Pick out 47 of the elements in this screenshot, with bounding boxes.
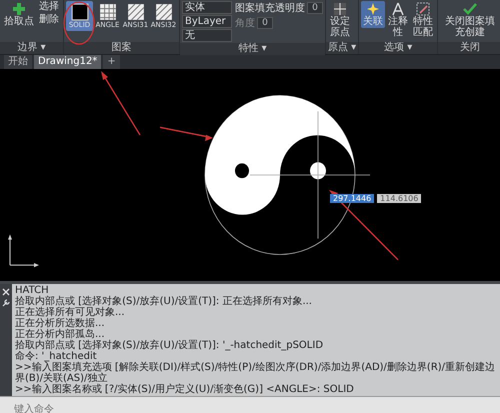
coordinate-input[interactable]: 297.1446 xyxy=(330,194,374,204)
background-color-dropdown[interactable]: 无 xyxy=(182,29,232,42)
crosshair-icon xyxy=(333,2,347,16)
command-history-line: 正在选择所有可见对象... xyxy=(15,307,126,318)
command-history-line: >>输入图案填充选项 [解除关联(DI)/样式(S)/特性(P)/绘图次序(DR)/添加边界(AD)/删除边界(R)/重新创建边界(B)/关联(AS)/独立 xyxy=(15,362,496,384)
coordinate-input[interactable]: 114.6106 xyxy=(377,194,422,204)
angle-label: 角度 xyxy=(235,16,255,30)
panel-label: 原点 ▾ xyxy=(326,42,358,54)
angle-field[interactable]: 0 xyxy=(257,17,273,29)
option-button[interactable]: 特性匹配 xyxy=(411,1,436,39)
ucs-axis-icon xyxy=(8,234,39,268)
transparency-field[interactable]: 0 xyxy=(307,2,323,14)
close-hatch-button[interactable]: 关闭图案填充创建 xyxy=(440,1,500,39)
panel-label: 特性 ▾ xyxy=(180,43,325,55)
annotation-ellipse xyxy=(63,1,95,45)
file-tab[interactable]: Drawing12* xyxy=(34,55,102,69)
option-button[interactable]: 关联 xyxy=(361,1,386,28)
command-history-line: >>输入图案名称或 [?/实体(S)/用户定义(U)/渐变色(G)] <ANGLE>: SOLID xyxy=(15,384,355,395)
hatch-color-dropdown[interactable]: ByLayer xyxy=(182,15,232,28)
command-history-line: 拾取内部点或 [选择对象(S)/放弃(U)/设置(T)]: 正在选择所有对象... xyxy=(15,296,313,307)
yin-yang-dot xyxy=(310,162,326,180)
hatch-type-dropdown[interactable]: 实体 xyxy=(182,1,232,14)
wrench-icon[interactable] xyxy=(2,299,10,307)
checkmark-icon xyxy=(463,2,478,16)
command-history-line: 正在分析内部孤岛... xyxy=(15,329,105,340)
file-tab[interactable]: + xyxy=(103,55,120,69)
panel-label: 边界 ▾ xyxy=(0,42,63,54)
panel-label: 关闭 xyxy=(438,42,500,54)
command-history-line: 拾取内部点或 [选择对象(S)/放弃(U)/设置(T)]: '_-hatchedit_pSOLID xyxy=(15,340,324,351)
close-icon[interactable] xyxy=(2,288,10,296)
plus-icon xyxy=(12,2,26,16)
option-button[interactable]: 注释性 xyxy=(386,1,410,39)
transparency-label: 图案填充透明度 xyxy=(235,2,305,15)
command-history-line: 正在分析所选数据... xyxy=(15,318,106,329)
command-history-line: 命令: '_hatchedit xyxy=(15,351,97,362)
annotation-arrow xyxy=(160,126,213,142)
set-origin-button[interactable]: 设定原点 xyxy=(328,1,352,39)
file-tab[interactable]: 开始 xyxy=(4,55,32,69)
sparkle-icon xyxy=(366,2,380,16)
panel-label: 图案 xyxy=(64,42,179,54)
annotation-scale-icon xyxy=(391,2,406,16)
command-history-line: HATCH xyxy=(15,285,49,296)
pick-points-button[interactable]: 拾取点 xyxy=(2,1,36,28)
annotation-arrow xyxy=(101,71,141,136)
panel-label: 选项 ▾ xyxy=(359,42,438,54)
boundary-button[interactable]: 选择 xyxy=(37,1,61,13)
boundary-button[interactable]: 删除 xyxy=(37,14,61,26)
